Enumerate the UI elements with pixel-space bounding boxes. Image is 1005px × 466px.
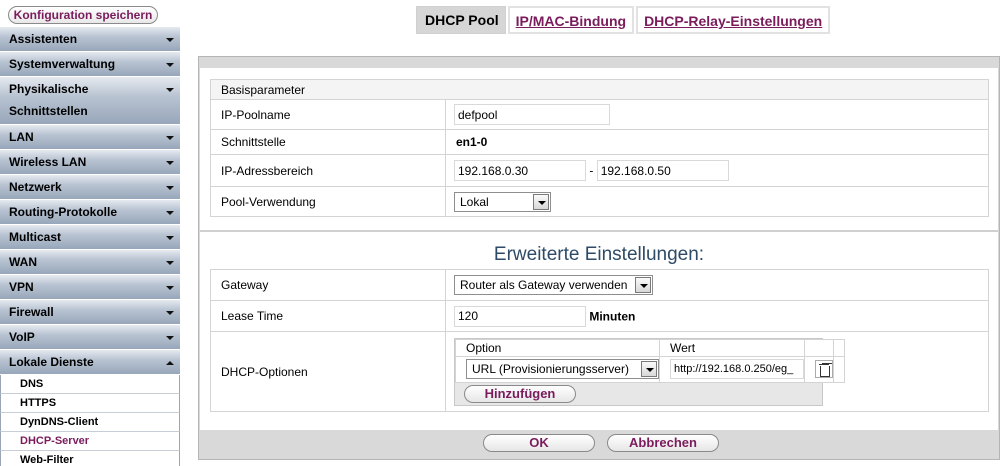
sidebar-item-voip[interactable]: VoIP	[0, 325, 180, 350]
sidebar-item-label: Physikalische Schnittstellen	[9, 82, 89, 118]
sidebar-subitem-dns[interactable]: DNS	[0, 375, 180, 394]
sidebar-item-label: Multicast	[9, 230, 62, 244]
options-col-option: Option	[455, 338, 660, 357]
chevron-down-icon	[166, 136, 174, 140]
gateway-select[interactable]: Router als Gateway verwenden	[454, 275, 653, 295]
tab-dhcp-relay-einstellungen[interactable]: DHCP-Relay-Einstellungen	[636, 6, 831, 34]
chevron-down-icon	[533, 193, 549, 210]
ip-range-label: IP-Adressbereich	[210, 154, 446, 187]
chevron-down-icon	[166, 38, 174, 42]
chevron-up-icon	[166, 361, 174, 365]
tab-dhcp-pool[interactable]: DHCP Pool	[416, 6, 506, 34]
cancel-button[interactable]: Abbrechen	[607, 434, 719, 452]
sidebar-item-multicast[interactable]: Multicast	[0, 225, 180, 250]
schnittstelle-label: Schnittstelle	[210, 129, 446, 155]
chevron-down-icon	[166, 211, 174, 215]
chevron-down-icon	[166, 286, 174, 290]
lease-time-label: Lease Time	[210, 300, 446, 332]
lease-time-unit: Minuten	[589, 309, 636, 323]
erweitert-table: Gateway Router als Gateway verwenden Lea…	[210, 269, 989, 412]
sidebar: Konfiguration speichern Assistenten Syst…	[0, 0, 182, 466]
sidebar-item-firewall[interactable]: Firewall	[0, 300, 180, 325]
sidebar-item-vpn[interactable]: VPN	[0, 275, 180, 300]
ip-range-from-input[interactable]	[454, 160, 586, 181]
tab-ip-mac-bindung[interactable]: IP/MAC-Bindung	[507, 6, 635, 34]
pool-usage-selected: Lokal	[460, 194, 489, 209]
sidebar-item-wan[interactable]: WAN	[0, 250, 180, 275]
sidebar-item-wireless-lan[interactable]: Wireless LAN	[0, 150, 180, 175]
chevron-down-icon	[635, 277, 651, 293]
save-configuration-button[interactable]: Konfiguration speichern	[8, 6, 158, 24]
lease-time-input[interactable]	[454, 305, 586, 327]
tab-bar: DHCP Pool IP/MAC-Bindung DHCP-Relay-Eins…	[416, 6, 832, 34]
chevron-down-icon	[166, 186, 174, 190]
sidebar-item-netzwerk[interactable]: Netzwerk	[0, 175, 180, 200]
sidebar-item-label: WAN	[9, 255, 37, 269]
pool-usage-label: Pool-Verwendung	[210, 186, 446, 217]
add-option-button[interactable]: Hinzufügen	[464, 384, 576, 403]
schnittstelle-value: en1-0	[445, 129, 989, 155]
sidebar-item-label: Firewall	[9, 305, 54, 319]
sidebar-item-label: Systemverwaltung	[9, 57, 116, 71]
sidebar-item-label: VPN	[9, 280, 34, 294]
chevron-down-icon	[166, 261, 174, 265]
basisparameter-table: Basisparameter IP-Poolname Schnittstelle…	[210, 79, 989, 217]
ip-range-separator: -	[589, 163, 594, 178]
sidebar-subitem-web-filter[interactable]: Web-Filter	[0, 451, 180, 466]
sidebar-subitem-dyndns-client[interactable]: DynDNS-Client	[0, 413, 180, 432]
sidebar-subitem-dhcp-server[interactable]: DHCP-Server	[0, 432, 180, 451]
chevron-down-icon	[166, 236, 174, 240]
sidebar-item-label: LAN	[9, 130, 34, 144]
pool-usage-select[interactable]: Lokal	[454, 191, 551, 212]
sidebar-item-label: VoIP	[9, 330, 35, 344]
chevron-down-icon	[641, 361, 657, 377]
sidebar-item-lan[interactable]: LAN	[0, 125, 180, 150]
sidebar-menu: Assistenten Systemverwaltung Physikalisc…	[0, 27, 180, 466]
erweiterte-einstellungen-title: Erweiterte Einstellungen:	[493, 244, 705, 265]
chevron-down-icon	[166, 161, 174, 165]
sidebar-item-routing-protokolle[interactable]: Routing-Protokolle	[0, 200, 180, 225]
sidebar-item-physikalische-schnittstellen[interactable]: Physikalische Schnittstellen	[0, 77, 180, 125]
sidebar-item-label: Wireless LAN	[9, 155, 87, 169]
ip-range-to-input[interactable]	[596, 160, 729, 181]
sidebar-item-label: Netzwerk	[9, 180, 62, 194]
sidebar-item-systemverwaltung[interactable]: Systemverwaltung	[0, 52, 180, 77]
dhcp-option-select[interactable]: URL (Provisionierungsserver)	[466, 359, 659, 379]
sidebar-item-label: Routing-Protokolle	[9, 205, 117, 219]
section-divider	[200, 230, 998, 232]
trash-icon[interactable]	[815, 360, 833, 378]
sidebar-subitem-https[interactable]: HTTPS	[0, 394, 180, 413]
sidebar-item-lokale-dienste[interactable]: Lokale Dienste	[0, 350, 180, 375]
sidebar-item-label: Assistenten	[9, 32, 78, 46]
poolname-label: IP-Poolname	[210, 99, 446, 130]
main-panel: Basisparameter IP-Poolname Schnittstelle…	[198, 56, 1000, 460]
sidebar-item-assistenten[interactable]: Assistenten	[0, 27, 180, 52]
dhcp-option-value-input[interactable]	[670, 359, 804, 379]
dhcp-options-box: Option Wert URL (Provisionierungsserver)	[454, 337, 845, 406]
sidebar-item-label: Lokale Dienste	[9, 355, 94, 369]
gateway-label: Gateway	[210, 269, 446, 301]
form-area: Basisparameter IP-Poolname Schnittstelle…	[200, 68, 998, 430]
chevron-down-icon	[166, 88, 174, 92]
dhcp-options-table: Option Wert URL (Provisionierungsserver)	[455, 338, 845, 383]
chevron-down-icon	[166, 63, 174, 67]
poolname-input[interactable]	[454, 104, 610, 125]
dhcp-option-selected: URL (Provisionierungsserver)	[472, 362, 629, 376]
dhcp-options-label: DHCP-Optionen	[210, 331, 446, 412]
chevron-down-icon	[166, 311, 174, 315]
options-col-value: Wert	[659, 338, 805, 357]
gateway-selected: Router als Gateway verwenden	[460, 278, 628, 292]
ok-button[interactable]: OK	[483, 434, 595, 452]
chevron-down-icon	[166, 336, 174, 340]
section-title-basisparameter: Basisparameter	[210, 79, 989, 100]
